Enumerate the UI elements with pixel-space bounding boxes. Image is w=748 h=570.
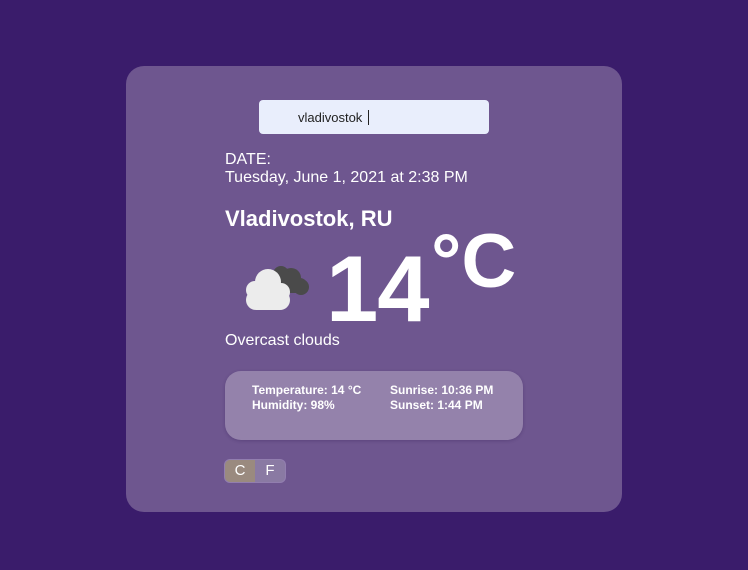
temperature-value: 14: [326, 236, 430, 341]
detail-temperature: Temperature: 14 °C: [252, 383, 362, 397]
details-left-column: Temperature: 14 °C Humidity: 98%: [252, 383, 362, 413]
weather-details-panel: Temperature: 14 °C Humidity: 98% Sunrise…: [225, 371, 523, 440]
detail-sunrise: Sunrise: 10:36 PM: [390, 383, 494, 397]
details-right-column: Sunrise: 10:36 PM Sunset: 1:44 PM: [390, 383, 515, 413]
text-cursor: [368, 110, 369, 125]
detail-humidity: Humidity: 98%: [252, 398, 335, 412]
date-label: DATE:: [225, 151, 271, 168]
detail-sunset: Sunset: 1:44 PM: [390, 398, 483, 412]
celsius-button[interactable]: C: [225, 460, 255, 482]
city-name: Vladivostok, RU: [225, 206, 393, 231]
temperature-unit: °C: [431, 219, 517, 304]
weather-description: Overcast clouds: [225, 332, 340, 349]
weather-card: DATE: Tuesday, June 1, 2021 at 2:38 PM V…: [126, 66, 622, 512]
date-value: Tuesday, June 1, 2021 at 2:38 PM: [225, 169, 468, 186]
fahrenheit-button[interactable]: F: [255, 460, 285, 482]
unit-toggle: C F: [225, 460, 285, 482]
overcast-clouds-icon: [246, 266, 309, 310]
city-search-input[interactable]: [259, 100, 489, 134]
